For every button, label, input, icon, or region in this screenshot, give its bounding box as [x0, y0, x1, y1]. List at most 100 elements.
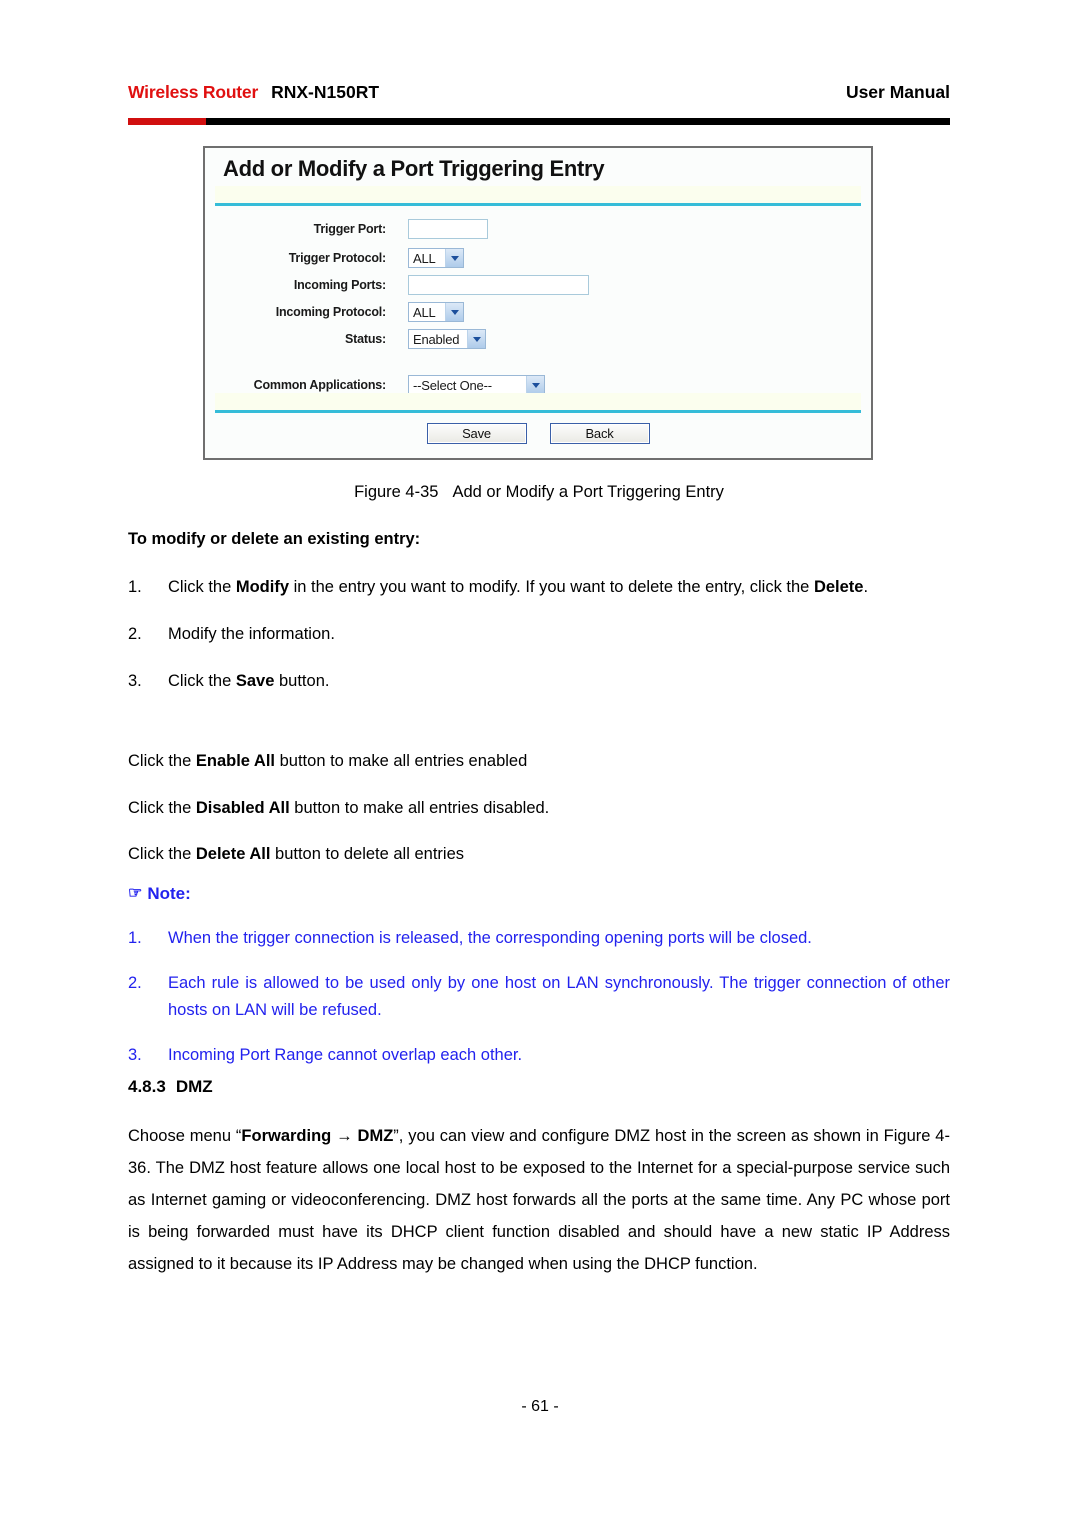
- steps-list: 1. Click the Modify in the entry you want…: [128, 574, 950, 715]
- trigger-protocol-select[interactable]: ALL: [408, 248, 464, 268]
- manual-page: Wireless Router RNX-N150RT User Manual A…: [0, 0, 1080, 1527]
- note-item-text: Each rule is allowed to be used only by …: [168, 974, 950, 1019]
- control-status: Enabled: [408, 329, 486, 349]
- incoming-ports-input[interactable]: [408, 275, 589, 295]
- section-title: DMZ: [175, 1077, 213, 1096]
- note-item: 1. When the trigger connection is release…: [128, 925, 950, 952]
- note-item-text: Incoming Port Range cannot overlap each …: [168, 1046, 523, 1064]
- paragraph-enable-all: Click the Enable All button to make all …: [128, 748, 950, 775]
- status-select[interactable]: Enabled: [408, 329, 486, 349]
- trigger-port-input[interactable]: [408, 219, 488, 239]
- common-applications-select[interactable]: --Select One--: [408, 375, 545, 395]
- body-text: button to delete all entries: [270, 845, 464, 863]
- emphasis-text: Forwarding: [241, 1127, 332, 1145]
- body-text: Choose menu “: [128, 1127, 242, 1145]
- figure-divider-bottom: [215, 410, 861, 413]
- page-number: - 61 -: [521, 1398, 559, 1415]
- note-item-text: When the trigger connection is released,…: [168, 929, 812, 947]
- emphasis-text: Disabled All: [195, 799, 290, 817]
- body-text: Click the: [128, 845, 196, 863]
- figure-divider-top: [215, 203, 861, 206]
- subsection-heading: To modify or delete an existing entry:: [128, 530, 421, 548]
- control-trigger-protocol: ALL: [408, 248, 464, 268]
- body-text: Click the: [128, 799, 196, 817]
- label-trigger-protocol: Trigger Protocol:: [288, 251, 387, 265]
- figure-band-bottom: [215, 393, 861, 410]
- control-trigger-port: [408, 219, 488, 239]
- emphasis-text: Delete: [813, 578, 864, 596]
- note-item: 2. Each rule is allowed to be used only b…: [128, 970, 950, 1024]
- control-common-applications: --Select One--: [408, 375, 545, 395]
- control-incoming-protocol: ALL: [408, 302, 464, 322]
- status-value: Enabled: [413, 331, 460, 347]
- note-list: 1. When the trigger connection is release…: [128, 925, 950, 1087]
- field-row-trigger-port: Trigger Port:: [205, 218, 871, 240]
- incoming-protocol-select[interactable]: ALL: [408, 302, 464, 322]
- figure-caption-text: Add or Modify a Port Triggering Entry: [452, 483, 724, 501]
- paragraph-delete-all: Click the Delete All button to delete al…: [128, 841, 950, 868]
- body-text: Modify the information.: [168, 625, 335, 643]
- label-common-applications: Common Applications:: [253, 378, 387, 392]
- note-item-number: 2.: [128, 974, 142, 992]
- label-incoming-ports: Incoming Ports:: [293, 278, 386, 292]
- page-header: Wireless Router RNX-N150RT User Manual: [128, 82, 950, 112]
- emphasis-text: DMZ: [357, 1127, 394, 1145]
- chevron-down-icon[interactable]: [467, 330, 485, 348]
- header-brand: Wireless Router: [128, 82, 259, 102]
- label-status: Status:: [345, 332, 386, 346]
- paragraph-disabled-all: Click the Disabled All button to make al…: [128, 795, 950, 822]
- list-item-text: Click the Save button.: [168, 668, 950, 695]
- chevron-down-icon[interactable]: [445, 303, 463, 321]
- trigger-protocol-value: ALL: [413, 250, 436, 266]
- header-rule-black: [206, 118, 950, 125]
- emphasis-text: Delete All: [195, 845, 271, 863]
- list-item-text: Modify the information.: [168, 621, 950, 648]
- emphasis-text: Modify: [235, 578, 290, 596]
- body-text: Click the: [128, 752, 196, 770]
- header-rule-red: [128, 118, 206, 125]
- field-row-trigger-protocol: Trigger Protocol: ALL: [205, 247, 871, 269]
- list-item-number: 1.: [128, 578, 142, 596]
- list-item: 2. Modify the information.: [128, 621, 950, 648]
- emphasis-text: Enable All: [195, 752, 276, 770]
- control-incoming-ports: [408, 275, 589, 295]
- header-model: RNX-N150RT: [271, 82, 380, 102]
- field-row-incoming-ports: Incoming Ports:: [205, 274, 871, 296]
- list-item: 1. Click the Modify in the entry you want…: [128, 574, 950, 601]
- chevron-down-icon[interactable]: [445, 249, 463, 267]
- figure-band-top: [215, 186, 861, 203]
- router-ui-figure: Add or Modify a Port Triggering Entry Tr…: [203, 146, 873, 460]
- section-heading: 4.8.3 DMZ: [128, 1077, 213, 1097]
- body-text: ”, you can view and configure DMZ host i…: [128, 1127, 950, 1273]
- body-text: button to make all entries enabled: [275, 752, 528, 770]
- note-heading: ☞ Note:: [128, 884, 191, 904]
- field-row-status: Status: Enabled: [205, 328, 871, 350]
- save-button[interactable]: Save: [426, 423, 527, 444]
- header-doc-type: User Manual: [845, 82, 950, 102]
- emphasis-text: Save: [235, 672, 275, 690]
- body-text: in the entry you want to modify. If you …: [289, 578, 814, 596]
- incoming-protocol-value: ALL: [413, 304, 436, 320]
- list-item-text: Click the Modify in the entry you want t…: [168, 574, 950, 601]
- label-trigger-port: Trigger Port:: [313, 222, 387, 236]
- list-item-number: 2.: [128, 625, 142, 643]
- figure-caption: Figure 4-35 Add or Modify a Port Triggeri…: [128, 483, 950, 502]
- field-row-incoming-protocol: Incoming Protocol: ALL: [205, 301, 871, 323]
- body-text: button to make all entries disabled.: [289, 799, 550, 817]
- figure-caption-number: Figure 4-35: [354, 483, 439, 501]
- header-rule: [128, 118, 950, 125]
- note-label: Note:: [147, 884, 191, 903]
- note-item: 3. Incoming Port Range cannot overlap eac…: [128, 1042, 950, 1069]
- section-body: Choose menu “Forwarding → DMZ”, you can …: [128, 1120, 950, 1280]
- section-number: 4.8.3: [128, 1077, 166, 1096]
- common-applications-value: --Select One--: [413, 377, 492, 393]
- back-button[interactable]: Back: [549, 423, 650, 444]
- emphasis-text: →: [331, 1127, 358, 1145]
- note-item-number: 3.: [128, 1046, 142, 1064]
- body-text: button.: [274, 672, 330, 690]
- list-item: 3. Click the Save button.: [128, 668, 950, 695]
- list-item-number: 3.: [128, 672, 142, 690]
- note-item-number: 1.: [128, 929, 142, 947]
- chevron-down-icon[interactable]: [526, 376, 544, 394]
- figure-button-row: Save Back: [205, 423, 871, 444]
